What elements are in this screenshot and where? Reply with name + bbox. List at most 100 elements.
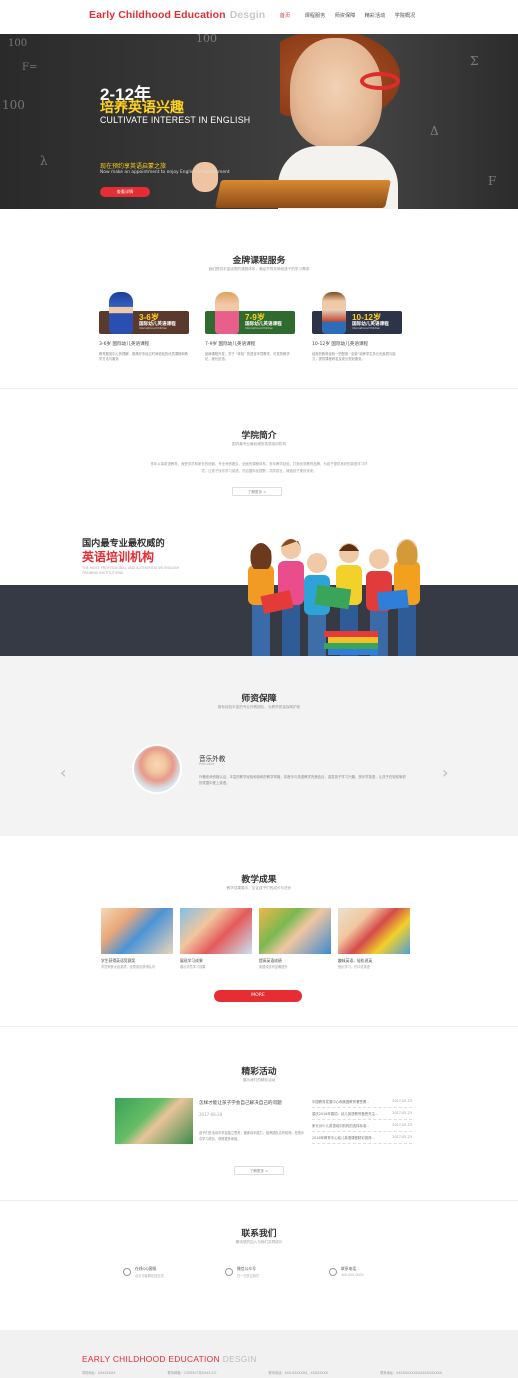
news-item[interactable]: 2016年教育中心幼儿英语课程精彩推荐... 2017-05-23 bbox=[312, 1132, 412, 1144]
section-divider bbox=[0, 1026, 518, 1027]
course-kid-image bbox=[215, 292, 239, 334]
chalk-text: 100 bbox=[196, 34, 217, 45]
hero-subtitle-cn: 现在预约享英语启蒙之旅 bbox=[100, 163, 167, 170]
site-footer: EARLY CHILDHOOD EDUCATION DESGIN 学校地址：XXX… bbox=[0, 1330, 518, 1378]
footer-info-item: 联系地址：XXXXXXXXXXXXXXXXXXXXX bbox=[380, 1371, 442, 1375]
prev-arrow-icon[interactable]: ‹ bbox=[60, 763, 66, 782]
course-desc: 教育服务中心的理解，推荐好多经过时间检验的优质课程和教学方法与服务 bbox=[99, 352, 189, 362]
results-more-button[interactable]: MORE bbox=[214, 990, 302, 1002]
qq-icon bbox=[123, 1268, 131, 1276]
chalk-text: F= bbox=[22, 62, 38, 73]
phone-icon bbox=[329, 1268, 337, 1276]
hero-hand bbox=[192, 162, 218, 192]
activity-image[interactable] bbox=[115, 1098, 193, 1144]
hero-girl-headband bbox=[360, 72, 400, 90]
contact-label: 联系电话 bbox=[341, 1266, 357, 1271]
course-kid-image bbox=[322, 292, 346, 334]
activity-desc: 孩子们在活动中学会独立思考，锻炼动手能力，培养团队合作精神，在快乐中学习成长，获… bbox=[199, 1131, 305, 1141]
section-divider bbox=[0, 1200, 518, 1201]
promo-banner: 国内最专业最权威的 英语培训机构 THE MOST PROFESSIONAL A… bbox=[0, 519, 518, 657]
nav-item-home[interactable]: 首页 bbox=[270, 12, 300, 19]
intro-more-button[interactable]: 了解更多 > bbox=[232, 487, 282, 496]
news-date: 2017-05-23 bbox=[392, 1099, 412, 1103]
footer-info-item: 学校地址：XXXXXXXX bbox=[82, 1371, 116, 1375]
hero-title-cn: 培养英语兴趣 bbox=[100, 100, 184, 116]
chalk-text: Σ bbox=[470, 54, 479, 68]
course-name-en: International Children bbox=[245, 327, 274, 330]
intro-text: 多年从事英语教育，深受学员和家长的信赖。专业师资团队，全面的课程体系，多年教学经… bbox=[150, 462, 368, 473]
nav-item-courses[interactable]: 课程服务 bbox=[300, 12, 330, 19]
result-desc: 展示学员学习成果 bbox=[180, 965, 206, 969]
hero-subtitle-en: Now make an appointment to enjoy English… bbox=[100, 170, 230, 175]
promo-title-1: 国内最专业最权威的 bbox=[82, 538, 165, 549]
hero-banner: 100 F= 100 100 Σ Δ λ F 2-12年 培养英语兴趣 CULT… bbox=[0, 34, 518, 209]
site-header: Early Childhood Education Desgin 首页 课程服务 … bbox=[0, 0, 518, 34]
chalk-text: 100 bbox=[8, 38, 28, 49]
promo-subtitle-en: THE MOST PROFESSIONAL AND AUTHORITATIVE … bbox=[82, 566, 180, 575]
hero-detail-button[interactable]: 查看详情 bbox=[100, 187, 150, 197]
news-item[interactable]: 家长对少儿英语培训机构的选择标准... 2017-05-23 bbox=[312, 1120, 412, 1132]
news-item[interactable]: 重庆2016年春招：幼儿英语教育备受关注... 2017-05-23 bbox=[312, 1108, 412, 1120]
hero-girl-face bbox=[290, 38, 382, 148]
course-title: 3-6岁 国际幼儿英语课程 bbox=[99, 342, 150, 347]
chalk-text: 100 bbox=[2, 98, 25, 112]
courses-subtitle: 我们提供丰富优质的课程体系，满足不同年龄段孩子的学习需求 bbox=[208, 267, 310, 271]
chalk-text: Δ bbox=[430, 124, 439, 138]
logo-sub: Desgin bbox=[229, 9, 266, 21]
teachers-subtitle: 拥有经验丰富的专业外教团队，为教学质量保驾护航 bbox=[217, 705, 301, 709]
result-image bbox=[259, 908, 331, 954]
news-date: 2017-05-23 bbox=[392, 1111, 412, 1115]
logo-text: Early Childhood Education bbox=[89, 9, 226, 21]
courses-title: 金牌课程服务 bbox=[232, 256, 286, 266]
result-desc: 英语成绩有显著提升 bbox=[259, 965, 288, 969]
intro-subtitle: 国内最专业最权威的英语培训机构 bbox=[232, 442, 286, 446]
contact-label: 在线QQ客服 bbox=[135, 1266, 157, 1271]
nav-item-activities[interactable]: 精彩活动 bbox=[360, 12, 390, 19]
course-name-en: International Children bbox=[352, 327, 381, 330]
course-desc: 品牌课程开发，关于 “体验” 的语言环境教学，可靠的教学记，家长反馈。 bbox=[205, 352, 290, 362]
news-title: 家长对少儿英语培训机构的选择标准... bbox=[312, 1124, 370, 1128]
nav-item-about[interactable]: 学院概况 bbox=[390, 12, 420, 19]
results-subtitle: 教学成果展示，见证孩子们的成长与进步 bbox=[226, 886, 292, 890]
course-title: 10-12岁 国际幼儿英语课程 bbox=[312, 342, 369, 347]
news-item[interactable]: 中国教育发展中心和美国教育署签署... 2017-05-23 bbox=[312, 1096, 412, 1108]
footer-info-item: 联系电话：XXX-XXXXXXX，XXXXXXXX bbox=[268, 1371, 328, 1375]
intro-title: 学院简介 bbox=[241, 431, 277, 441]
result-desc: 学员荣获大赛奖项，优秀成绩获得认可 bbox=[101, 965, 156, 969]
footer-info: 学校地址：XXXXXXXX 联系邮箱：CONTACT@XXXX.CO 联系电话：… bbox=[82, 1370, 442, 1375]
teachers-title: 师资保障 bbox=[241, 694, 277, 704]
course-desc: 经常的教育经验一些配套 “全能”培养学生多元化素质与能力，提供课程研发及成长规划… bbox=[312, 352, 396, 362]
site-logo[interactable]: Early Childhood Education Desgin bbox=[89, 9, 265, 21]
activities-title: 精彩活动 bbox=[241, 1067, 277, 1077]
section-divider bbox=[0, 388, 518, 389]
news-date: 2017-05-23 bbox=[392, 1135, 412, 1139]
result-image bbox=[180, 908, 252, 954]
teacher-name-en: Proludica bbox=[199, 762, 215, 766]
course-name-en: International Children bbox=[139, 327, 168, 330]
news-date: 2017-05-23 bbox=[392, 1123, 412, 1127]
wechat-icon bbox=[225, 1268, 233, 1276]
next-arrow-icon[interactable]: › bbox=[442, 763, 448, 782]
hero-book bbox=[215, 180, 391, 208]
news-title: 重庆2016年春招：幼儿英语教育备受关注... bbox=[312, 1112, 379, 1116]
contact-value: 扫一扫关注我们 bbox=[237, 1274, 260, 1278]
activity-title[interactable]: 怎样才能让孩子学会自己解决自己的问题 bbox=[199, 1100, 282, 1106]
chalk-text: F bbox=[488, 174, 497, 188]
results-title: 教学成果 bbox=[241, 875, 277, 885]
contact-value: 点击与客服在线交流 bbox=[135, 1274, 164, 1278]
news-title: 中国教育发展中心和美国教育署签署... bbox=[312, 1100, 370, 1104]
activities-more-button[interactable]: 了解更多 > bbox=[234, 1166, 284, 1175]
footer-logo-sub: DESGIN bbox=[222, 1354, 257, 1364]
chalk-text: λ bbox=[40, 154, 48, 168]
nav-item-teachers[interactable]: 师资保障 bbox=[330, 12, 360, 19]
footer-logo-text: EARLY CHILDHOOD EDUCATION bbox=[82, 1354, 220, 1364]
promo-title-2: 英语培训机构 bbox=[82, 550, 155, 564]
contact-value: 400-000-0000 bbox=[341, 1273, 364, 1277]
course-title: 7-9岁 国际幼儿英语课程 bbox=[205, 342, 256, 347]
contact-subtitle: 期待您的加入与我们共同成长 bbox=[235, 1240, 283, 1244]
activity-date: 2017-06-28 bbox=[199, 1112, 223, 1117]
result-image bbox=[338, 908, 410, 954]
activities-subtitle: 展示我们的精彩活动 bbox=[242, 1078, 276, 1082]
result-image bbox=[101, 908, 173, 954]
children-group-image bbox=[248, 539, 420, 657]
